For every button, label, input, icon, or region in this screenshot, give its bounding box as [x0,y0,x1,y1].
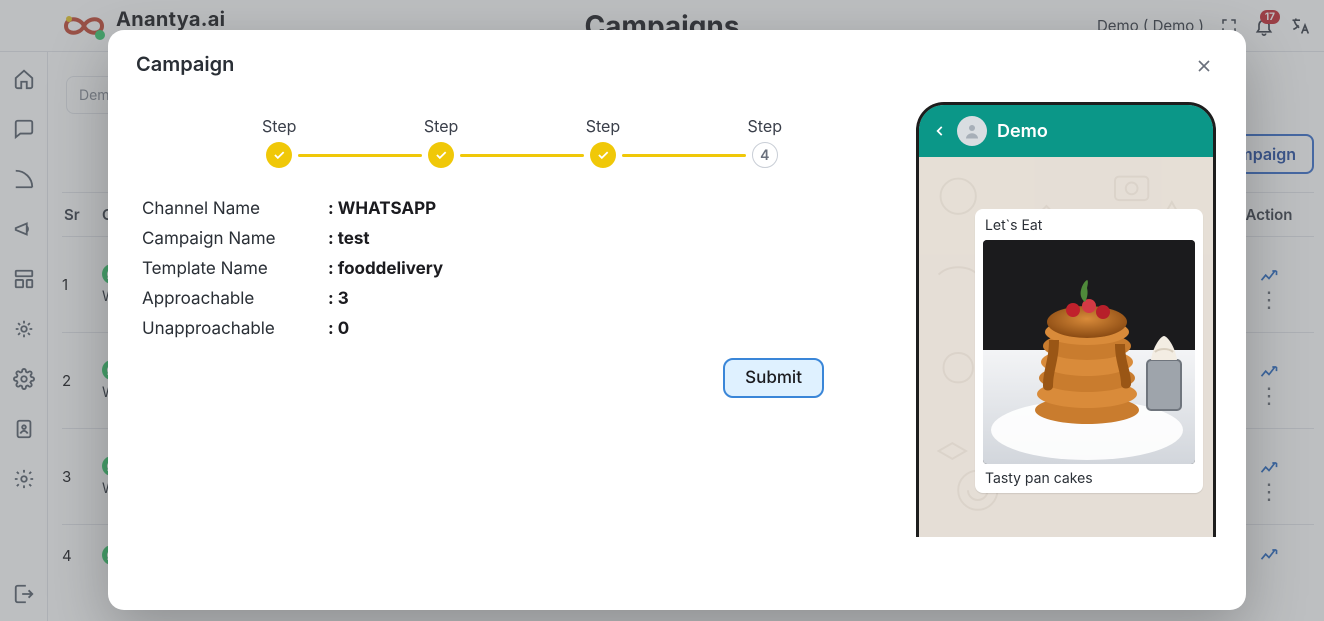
close-icon[interactable] [1190,52,1218,80]
step-1: Step [262,116,296,168]
stepper: Step Step Step Step 4 [262,116,782,168]
campaign-summary: Channel Name :WHATSAPP Campaign Name :te… [142,194,884,344]
summary-value: 0 [338,319,349,339]
avatar-icon [957,116,987,146]
submit-button[interactable]: Submit [723,358,824,398]
step-connector [460,154,583,157]
message-bubble: Let`s Eat [975,209,1203,493]
summary-label: Template Name [142,259,328,279]
summary-label: Channel Name [142,199,328,219]
step-connector [298,154,421,157]
check-icon [428,142,454,168]
step-2: Step [424,116,458,168]
step-label: Step [586,116,620,136]
step-label: Step [424,116,458,136]
summary-value: 3 [338,289,349,309]
summary-channel-name: Channel Name :WHATSAPP [142,194,884,224]
summary-label: Campaign Name [142,229,328,249]
step-connector [622,154,745,157]
step-label: Step [262,116,296,136]
contact-name: Demo [997,121,1048,142]
bubble-title: Let`s Eat [985,217,1195,234]
whatsapp-preview: Demo Let`s Eat [916,102,1218,537]
summary-approachable: Approachable :3 [142,284,884,314]
summary-value: WHATSAPP [338,199,436,219]
summary-value: fooddelivery [338,259,443,279]
summary-value: test [338,229,370,249]
step-4: Step 4 [748,116,782,168]
check-icon [266,142,292,168]
phone-frame: Demo Let`s Eat [916,102,1216,537]
chat-body: Let`s Eat [919,157,1213,537]
bubble-image [983,240,1195,464]
bubble-caption: Tasty pan cakes [985,470,1193,487]
check-icon [590,142,616,168]
chat-header: Demo [919,105,1213,157]
step-number: 4 [752,142,778,168]
step-3: Step [586,116,620,168]
modal-left-column: Step Step Step Step 4 [136,98,884,610]
back-icon [933,124,947,138]
campaign-modal: Campaign Step Step Step [108,30,1246,610]
modal-title: Campaign [136,52,234,76]
summary-label: Approachable [142,289,328,309]
summary-template-name: Template Name :fooddelivery [142,254,884,284]
step-label: Step [748,116,782,136]
summary-label: Unapproachable [142,319,328,339]
summary-unapproachable: Unapproachable :0 [142,314,884,344]
summary-campaign-name: Campaign Name :test [142,224,884,254]
